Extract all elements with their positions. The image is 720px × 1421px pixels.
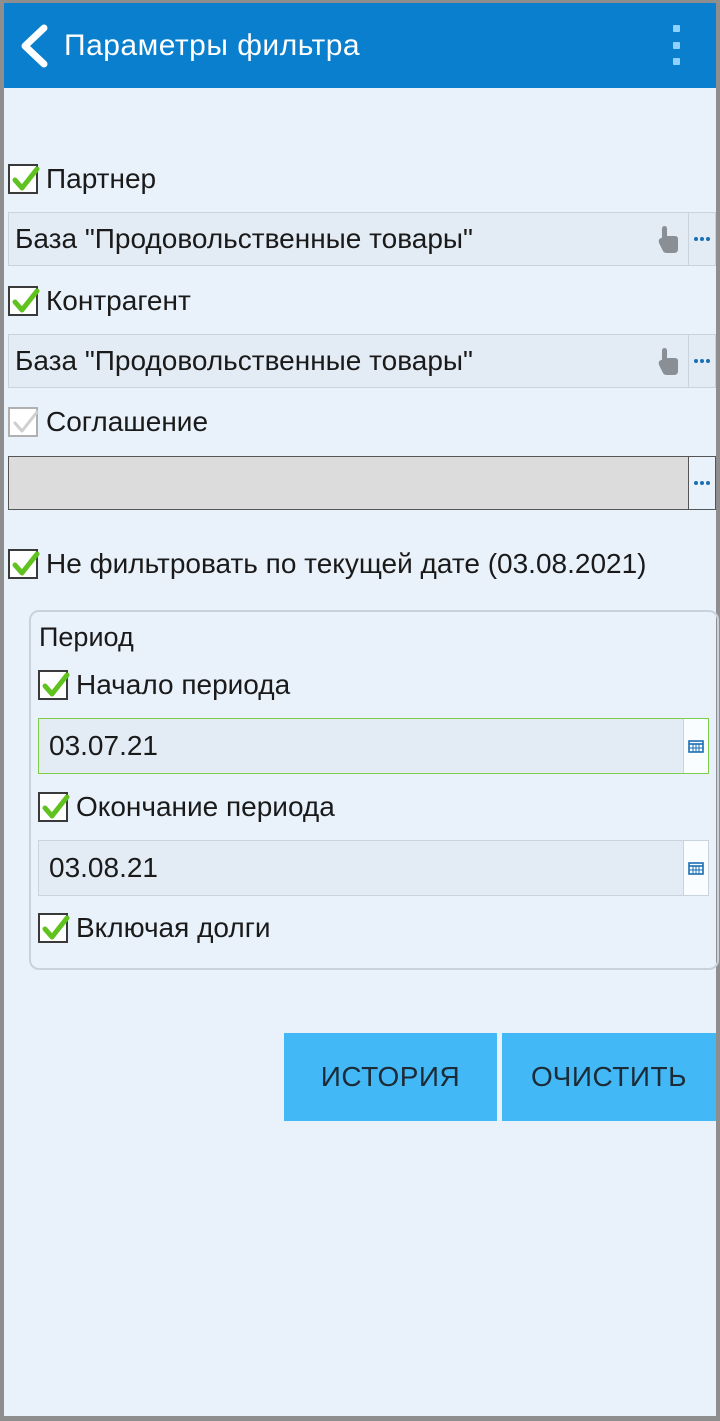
touch-hand-icon[interactable] (648, 224, 688, 254)
period-end-field[interactable]: 03.08.21 (38, 840, 709, 896)
no-date-filter-label: Не фильтровать по текущей дате (03.08.20… (46, 548, 647, 579)
screen: Параметры фильтра Партнер База "Продовол… (0, 0, 720, 1421)
checkmark-icon (12, 288, 40, 313)
agreement-field (8, 456, 716, 510)
period-start-value: 03.07.21 (49, 730, 158, 761)
partner-label: Партнер (46, 163, 157, 194)
agreement-label: Соглашение (46, 406, 209, 437)
partner-value: База "Продовольственные товары" (15, 223, 473, 254)
period-end-value: 03.08.21 (49, 852, 158, 883)
ellipsis-icon (694, 359, 710, 363)
period-end-checkbox[interactable] (38, 792, 70, 822)
period-end-label: Окончание периода (76, 791, 335, 822)
partner-checkbox[interactable] (8, 164, 40, 194)
calendar-icon (688, 740, 704, 753)
calendar-icon (688, 862, 704, 875)
menu-dot-icon (672, 25, 680, 32)
agreement-checkbox[interactable] (8, 407, 39, 437)
period-title: Период (39, 622, 134, 652)
calendar-button[interactable] (683, 841, 708, 895)
agreement-checkbox-row[interactable]: Соглашение (8, 406, 208, 438)
checkmark-icon (12, 551, 40, 576)
menu-dot-icon (672, 58, 680, 65)
checkmark-icon (12, 166, 40, 191)
counterparty-field[interactable]: База "Продовольственные товары" (8, 334, 716, 388)
calendar-button[interactable] (683, 719, 708, 773)
checkmark-icon (42, 794, 70, 819)
include-debts-label: Включая долги (76, 912, 271, 943)
ellipsis-icon (694, 481, 710, 485)
include-debts-checkbox[interactable] (38, 913, 70, 943)
no-date-filter-checkbox-row[interactable]: Не фильтровать по текущей дате (03.08.20… (8, 548, 646, 580)
checkmark-faded-icon (13, 410, 39, 433)
period-start-field[interactable]: 03.07.21 (38, 718, 709, 774)
checkmark-icon (42, 915, 70, 940)
back-button[interactable] (4, 3, 64, 88)
counterparty-label: Контрагент (46, 285, 191, 316)
partner-field[interactable]: База "Продовольственные товары" (8, 212, 716, 266)
menu-dot-icon (672, 41, 680, 49)
no-date-filter-checkbox[interactable] (8, 549, 40, 579)
ellipsis-icon (694, 237, 710, 241)
partner-more-button[interactable] (688, 213, 715, 265)
clear-button[interactable]: ОЧИСТИТЬ (502, 1033, 716, 1121)
touch-hand-icon[interactable] (648, 346, 688, 376)
period-start-checkbox[interactable] (38, 670, 70, 700)
period-start-label: Начало периода (76, 669, 291, 700)
page-title: Параметры фильтра (64, 28, 361, 62)
app-header: Параметры фильтра (4, 3, 716, 88)
counterparty-checkbox-row[interactable]: Контрагент (8, 285, 191, 317)
counterparty-checkbox[interactable] (8, 286, 40, 316)
overflow-menu-button[interactable] (666, 25, 686, 65)
partner-checkbox-row[interactable]: Партнер (8, 163, 156, 195)
period-start-checkbox-row[interactable]: Начало периода (38, 669, 290, 701)
period-end-checkbox-row[interactable]: Окончание периода (38, 791, 335, 823)
counterparty-value: База "Продовольственные товары" (15, 345, 473, 376)
counterparty-more-button[interactable] (688, 335, 715, 387)
history-button[interactable]: ИСТОРИЯ (284, 1033, 497, 1121)
agreement-more-button[interactable] (688, 457, 715, 509)
include-debts-checkbox-row[interactable]: Включая долги (38, 912, 271, 944)
checkmark-icon (42, 672, 70, 697)
chevron-left-icon (21, 24, 48, 67)
